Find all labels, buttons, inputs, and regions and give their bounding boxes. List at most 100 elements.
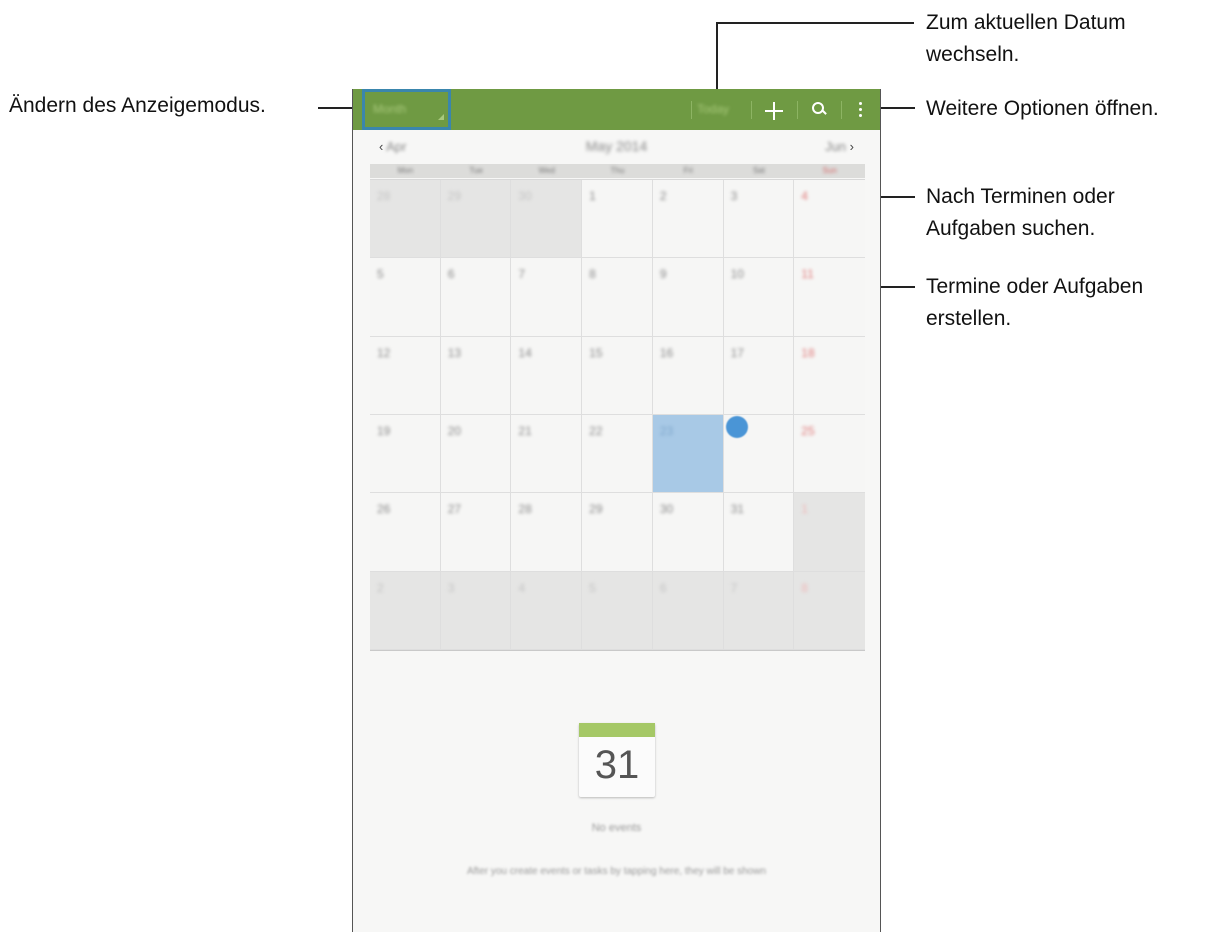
day-cell[interactable]: 29 bbox=[582, 493, 653, 572]
day-number: 15 bbox=[589, 345, 603, 360]
month-grid: 28 29 30 1 2 3 4 5 6 7 8 9 10 11 12 13 1… bbox=[370, 179, 865, 651]
day-cell[interactable]: 6 bbox=[652, 571, 724, 650]
day-number: 16 bbox=[659, 345, 674, 360]
calendar-icon-day: 31 bbox=[594, 743, 640, 787]
day-cell[interactable]: 18 bbox=[794, 336, 865, 415]
day-number: 8 bbox=[589, 267, 596, 282]
day-number: 21 bbox=[518, 424, 532, 438]
day-cell[interactable]: 13 bbox=[440, 336, 512, 415]
day-number: 6 bbox=[659, 580, 667, 595]
day-number: 14 bbox=[518, 345, 532, 360]
divider bbox=[751, 101, 752, 119]
leader-line-today-h bbox=[716, 22, 914, 24]
day-cell[interactable]: 8 bbox=[794, 571, 865, 650]
day-cell[interactable]: 28 bbox=[370, 180, 441, 259]
day-number: 5 bbox=[377, 267, 384, 282]
day-cell[interactable]: 3 bbox=[723, 180, 795, 259]
day-cell[interactable]: 8 bbox=[582, 258, 653, 337]
day-cell[interactable]: 5 bbox=[370, 258, 441, 337]
day-number: 2 bbox=[659, 189, 667, 203]
weekday-label: Wed bbox=[538, 166, 555, 175]
day-number: 29 bbox=[447, 189, 462, 203]
day-cell[interactable]: 28 bbox=[511, 493, 583, 572]
day-cell[interactable]: 7 bbox=[511, 258, 583, 337]
day-number: 28 bbox=[377, 189, 391, 203]
weekday-label: Thu bbox=[610, 166, 625, 175]
day-cell[interactable]: 9 bbox=[652, 258, 724, 337]
day-cell[interactable]: 15 bbox=[582, 336, 653, 415]
day-cell[interactable]: 22 bbox=[582, 415, 653, 494]
day-cell[interactable]: 27 bbox=[440, 493, 512, 572]
month-navigation: ‹ Apr May 2014 Jun › bbox=[353, 130, 880, 161]
today-button[interactable]: Today bbox=[697, 102, 729, 116]
day-number: 17 bbox=[730, 345, 744, 360]
day-cell[interactable]: 3 bbox=[440, 571, 512, 650]
day-number: 20 bbox=[447, 424, 462, 438]
day-number: 3 bbox=[447, 580, 455, 595]
day-number: 19 bbox=[377, 424, 391, 438]
plus-icon[interactable] bbox=[757, 91, 791, 129]
day-cell[interactable]: 5 bbox=[582, 571, 653, 650]
leader-line-today-v bbox=[716, 22, 718, 93]
day-number: 30 bbox=[659, 502, 674, 517]
weekday-label: Tue bbox=[469, 166, 483, 175]
day-cell[interactable]: 1 bbox=[582, 180, 653, 259]
next-month-button[interactable]: Jun › bbox=[825, 139, 854, 154]
day-cell[interactable]: 10 bbox=[723, 258, 795, 337]
day-cell[interactable]: 2 bbox=[370, 571, 441, 650]
day-cell[interactable]: 29 bbox=[440, 180, 512, 259]
day-cell[interactable]: 2 bbox=[652, 180, 724, 259]
day-cell[interactable]: 17 bbox=[723, 336, 795, 415]
calendar-icon: 31 bbox=[579, 723, 655, 797]
day-number: 8 bbox=[801, 580, 808, 595]
day-number: 11 bbox=[801, 267, 814, 282]
weekday-label: Fri bbox=[683, 166, 693, 175]
calendar-icon-band bbox=[579, 723, 655, 737]
day-cell[interactable]: 7 bbox=[723, 571, 795, 650]
day-cell[interactable]: 4 bbox=[511, 571, 583, 650]
day-number: 30 bbox=[518, 189, 532, 203]
day-cell-today[interactable] bbox=[723, 415, 795, 494]
weekday-label: Mon bbox=[397, 166, 414, 175]
day-cell[interactable]: 30 bbox=[511, 180, 583, 259]
annotation-search-line2: Aufgaben suchen. bbox=[926, 217, 1096, 240]
day-number: 7 bbox=[730, 580, 738, 595]
search-handle bbox=[821, 109, 827, 115]
day-number: 3 bbox=[730, 189, 738, 203]
weekday-label: Sat bbox=[752, 166, 765, 175]
day-cell[interactable]: 31 bbox=[723, 493, 795, 572]
day-cell[interactable]: 11 bbox=[794, 258, 865, 337]
overflow-menu-icon[interactable] bbox=[850, 95, 870, 125]
search-icon[interactable] bbox=[805, 95, 833, 125]
day-cell[interactable]: 25 bbox=[794, 415, 865, 494]
day-cell-selected[interactable]: 23 bbox=[652, 415, 724, 494]
divider bbox=[841, 101, 842, 119]
day-number: 22 bbox=[589, 424, 603, 438]
day-cell[interactable]: 19 bbox=[370, 415, 441, 494]
day-cell[interactable]: 26 bbox=[370, 493, 441, 572]
day-cell[interactable]: 12 bbox=[370, 336, 441, 415]
day-cell[interactable]: 6 bbox=[440, 258, 512, 337]
leader-line-more bbox=[876, 107, 915, 109]
view-mode-dropdown[interactable]: Month bbox=[362, 95, 453, 127]
empty-state-hint[interactable]: After you create events or tasks by tapp… bbox=[353, 866, 880, 877]
day-number: 4 bbox=[518, 580, 526, 595]
day-number: 7 bbox=[518, 267, 526, 282]
day-cell[interactable]: 21 bbox=[511, 415, 583, 494]
day-cell[interactable]: 16 bbox=[652, 336, 724, 415]
annotation-add-line2: erstellen. bbox=[926, 307, 1012, 330]
no-events-text: No events bbox=[591, 822, 642, 834]
day-cell[interactable]: 14 bbox=[511, 336, 583, 415]
day-number: 12 bbox=[377, 345, 391, 360]
day-cell[interactable]: 4 bbox=[794, 180, 865, 259]
day-cell[interactable]: 30 bbox=[652, 493, 724, 572]
day-number: 28 bbox=[518, 502, 532, 517]
day-number: 5 bbox=[589, 580, 596, 595]
chevron-right-icon: › bbox=[849, 139, 854, 154]
annotation-add-line1: Termine oder Aufgaben bbox=[926, 275, 1144, 298]
calendar-screen: Month Today ‹ Apr May 2014 Jun › Mon Tue bbox=[352, 89, 881, 932]
day-cell[interactable]: 20 bbox=[440, 415, 512, 494]
day-number: 23 bbox=[659, 424, 674, 438]
day-number: 2 bbox=[377, 580, 384, 595]
day-cell[interactable]: 1 bbox=[794, 493, 865, 572]
